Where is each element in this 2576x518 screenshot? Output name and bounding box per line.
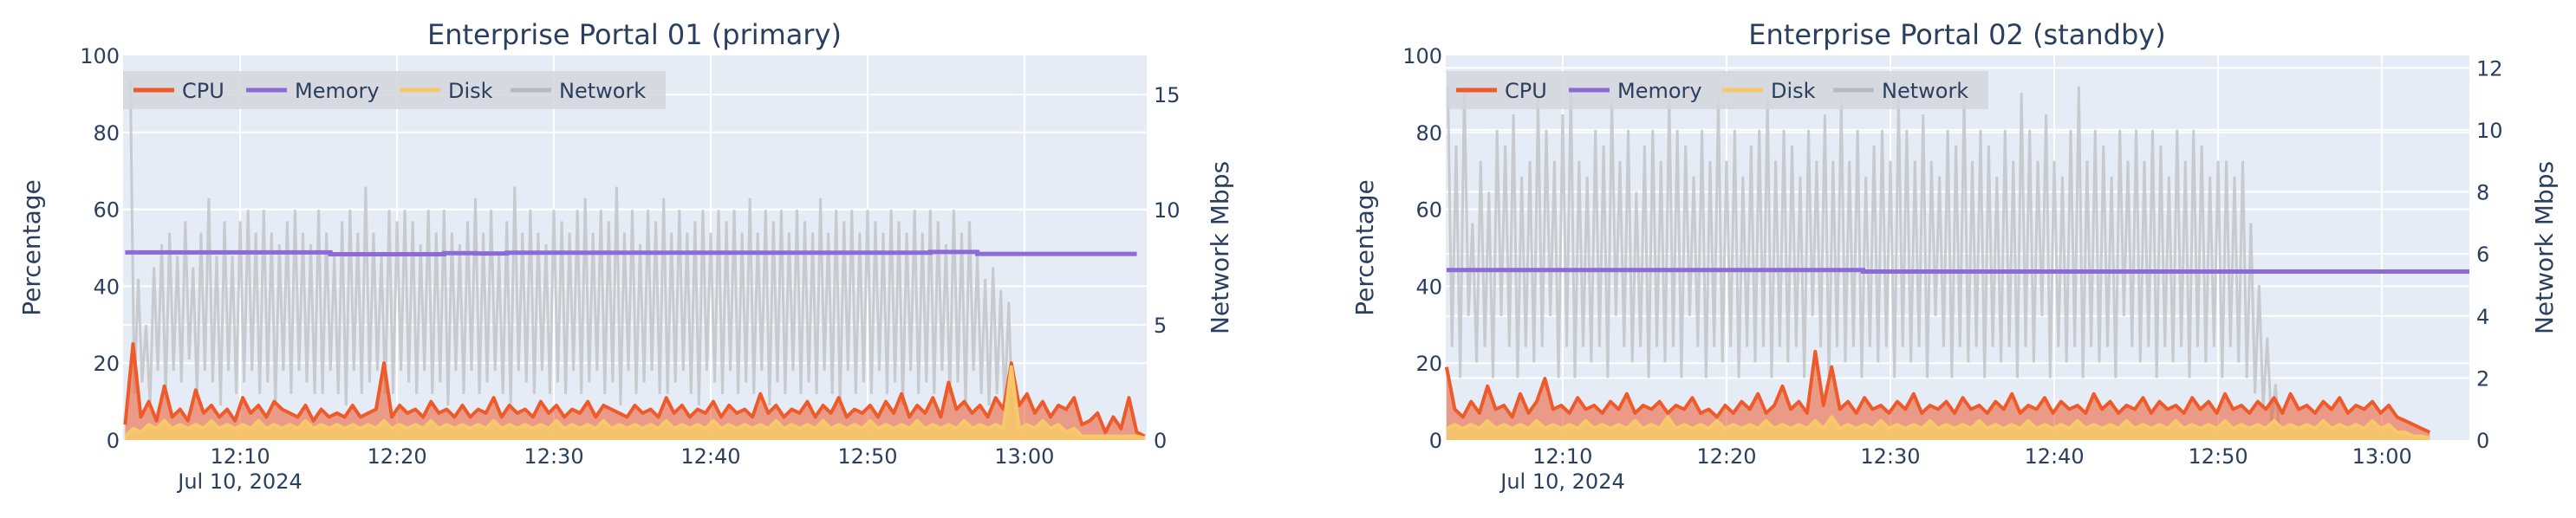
chart-panel-2: CPU Memory Disk Network Enterprise Porta… <box>1350 18 2559 494</box>
y2-tick-label: 6 <box>2476 243 2489 267</box>
y2-axis-ticks: 0 2 4 6 8 10 12 <box>2476 56 2503 453</box>
x-tick-label: 13:00 <box>2352 444 2412 469</box>
memory-line <box>125 249 1137 257</box>
series-memory <box>1446 268 2469 275</box>
x-tick-label: 12:40 <box>2024 444 2084 469</box>
x-tick-label: 13:00 <box>994 444 1054 469</box>
legend-label-disk: Disk <box>1771 79 1816 103</box>
x-tick-label: 12:20 <box>367 444 426 469</box>
y2-tick-label: 4 <box>2476 305 2489 329</box>
y-axis-title: Percentage <box>17 179 46 316</box>
legend-label-cpu: CPU <box>1505 79 1547 103</box>
y-tick-label: 20 <box>93 352 120 376</box>
x-axis-ticks: 12:10 12:20 12:30 12:40 12:50 13:00 <box>211 444 1055 469</box>
y-tick-label: 60 <box>1415 198 1442 223</box>
x-tick-label: 12:50 <box>2189 444 2248 469</box>
y-tick-label: 100 <box>1402 44 1442 68</box>
y-axis-title: Percentage <box>1350 179 1379 316</box>
y2-tick-label: 10 <box>1154 198 1181 223</box>
chart-title: Enterprise Portal 02 (standby) <box>1748 18 2165 51</box>
y-tick-label: 0 <box>1429 429 1442 453</box>
y-tick-label: 60 <box>93 198 120 223</box>
y-tick-label: 40 <box>93 275 120 299</box>
x-tick-label: 12:50 <box>837 444 897 469</box>
y2-tick-label: 8 <box>2476 181 2489 205</box>
x-axis-ticks: 12:10 12:20 12:30 12:40 12:50 13:00 <box>1532 444 2411 469</box>
chart-title: Enterprise Portal 01 (primary) <box>427 18 842 51</box>
legend-label-network: Network <box>559 79 646 103</box>
y2-tick-label: 0 <box>1154 429 1167 453</box>
x-axis-date-label: Jul 10, 2024 <box>176 469 302 494</box>
y-axis-ticks: 0 20 40 60 80 100 <box>80 44 120 453</box>
y2-tick-label: 5 <box>1154 314 1167 338</box>
x-tick-label: 12:30 <box>524 444 583 469</box>
legend: CPU Memory Disk Network <box>123 71 666 109</box>
legend-label-memory: Memory <box>295 79 380 103</box>
memory-line <box>1446 268 2469 275</box>
legend: CPU Memory Disk Network <box>1447 71 1988 109</box>
y-tick-label: 80 <box>1415 121 1442 146</box>
legend-label-memory: Memory <box>1617 79 1702 103</box>
x-tick-label: 12:10 <box>1532 444 1592 469</box>
series-memory <box>125 249 1137 257</box>
y-tick-label: 100 <box>80 44 120 68</box>
y-tick-label: 0 <box>107 429 120 453</box>
x-tick-label: 12:40 <box>680 444 740 469</box>
y-tick-label: 20 <box>1415 352 1442 376</box>
y2-axis-title: Network Mbps <box>1206 161 1234 334</box>
y2-axis-ticks: 0 5 10 15 <box>1154 83 1181 453</box>
y2-tick-label: 12 <box>2476 56 2503 81</box>
y-axis-ticks: 0 20 40 60 80 100 <box>1402 44 1442 453</box>
legend-label-cpu: CPU <box>182 79 224 103</box>
y-tick-label: 40 <box>1415 275 1442 299</box>
x-axis-date-label: Jul 10, 2024 <box>1499 469 1624 494</box>
legend-label-disk: Disk <box>448 79 493 103</box>
dashboard-figure: CPU Memory Disk Network Enterprise Porta… <box>17 18 2559 494</box>
y-tick-label: 80 <box>93 121 120 146</box>
chart-panel-1: CPU Memory Disk Network Enterprise Porta… <box>17 18 1234 494</box>
x-tick-label: 12:10 <box>211 444 270 469</box>
y2-tick-label: 15 <box>1154 83 1181 107</box>
x-tick-label: 12:30 <box>1860 444 1920 469</box>
y2-tick-label: 2 <box>2476 366 2489 391</box>
x-tick-label: 12:20 <box>1696 444 1756 469</box>
y2-tick-label: 0 <box>2476 429 2489 453</box>
y2-tick-label: 10 <box>2476 119 2503 143</box>
legend-label-network: Network <box>1882 79 1968 103</box>
y2-axis-title: Network Mbps <box>2530 161 2559 334</box>
